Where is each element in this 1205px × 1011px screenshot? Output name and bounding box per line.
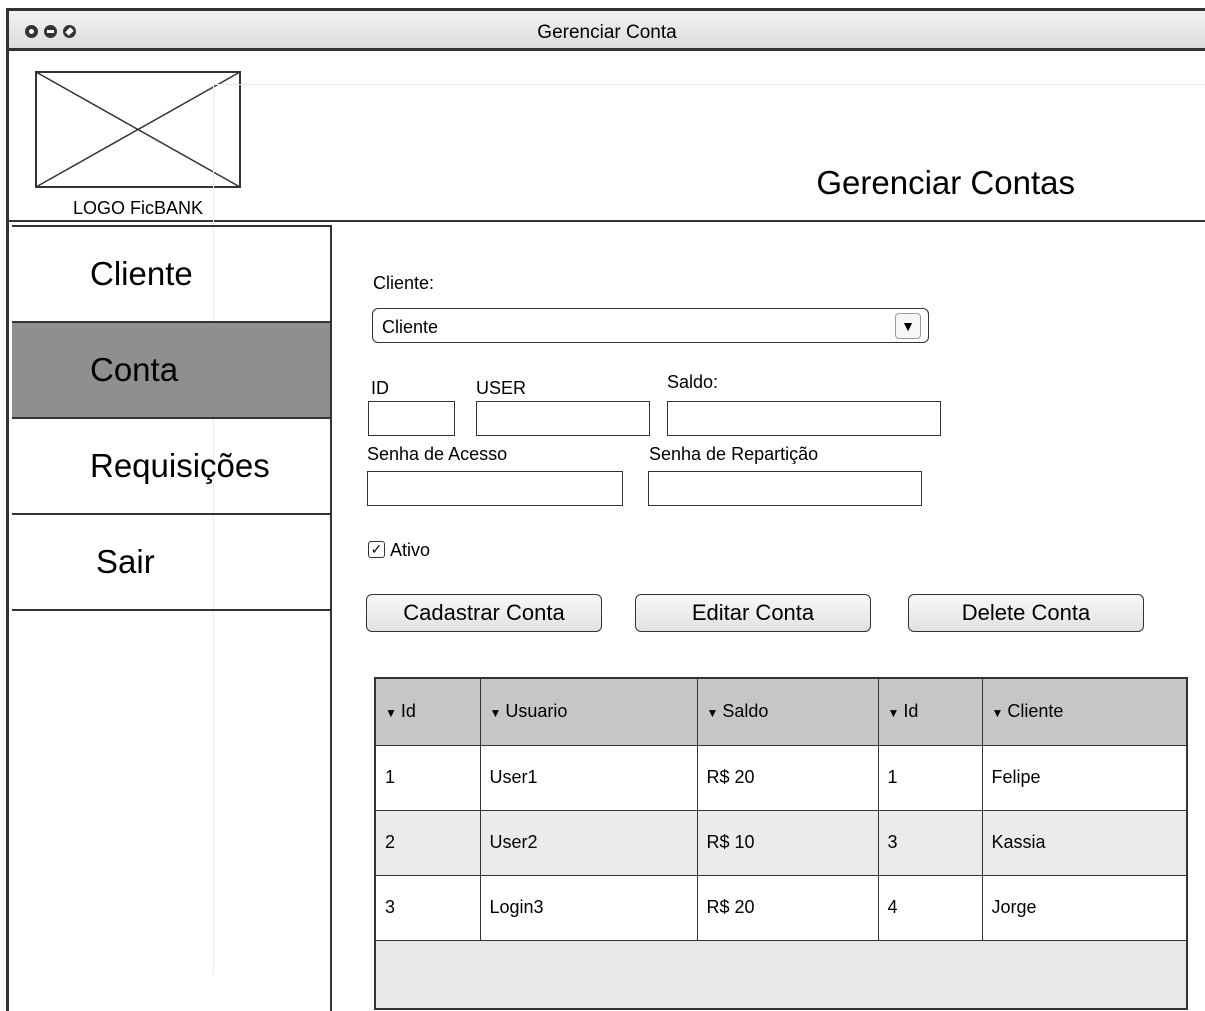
table-row[interactable]: 2 User2 R$ 10 3 Kassia [376,810,1186,876]
table-cell: 1 [878,745,983,811]
app-window: Gerenciar Conta LOGO FicBANK Gerenciar C… [6,8,1205,1011]
table-row[interactable]: 1 User1 R$ 20 1 Felipe [376,745,1186,811]
saldo-field[interactable] [667,401,941,436]
column-header-usuario[interactable]: ▼ Usuario [480,679,698,746]
logo-placeholder-icon [35,71,241,188]
table-cell: Jorge [982,875,1186,941]
sort-down-icon: ▼ [706,706,719,721]
column-header-cliente-id[interactable]: ▼ Id [878,679,983,746]
sidebar-item-cliente[interactable]: Cliente [12,227,330,323]
table-cell: User1 [480,745,698,811]
table-cell: R$ 20 [697,875,879,941]
sidebar-item-sair[interactable]: Sair [12,515,330,611]
table-cell: 3 [878,810,983,876]
table-cell: Kassia [982,810,1186,876]
sidebar-nav: Cliente Conta Requisições Sair [12,225,332,1011]
sort-down-icon: ▼ [489,706,502,721]
cliente-select-value: Cliente [382,317,439,337]
sort-down-icon: ▼ [887,706,900,721]
table-cell: 1 [376,745,481,811]
table-cell: 3 [376,875,481,941]
sidebar-item-requisicoes[interactable]: Requisições [12,419,330,515]
delete-conta-button[interactable]: Delete Conta [908,594,1144,632]
table-cell: R$ 20 [697,745,879,811]
senha-acesso-label: Senha de Acesso [367,444,508,464]
table-header-row: ▼ Id ▼ Usuario ▼ Saldo ▼ Id ▼ Cliente [376,679,1186,746]
table-cell: Login3 [480,875,698,941]
divider [213,84,1205,85]
page-title: Gerenciar Contas [816,164,1075,201]
column-header-cliente[interactable]: ▼ Cliente [982,679,1186,746]
sidebar-item-label: Conta [90,351,179,388]
saldo-label: Saldo: [667,372,719,392]
contas-table: ▼ Id ▼ Usuario ▼ Saldo ▼ Id ▼ Cliente 1 User1… [374,677,1188,1010]
sidebar-item-label: Sair [96,543,155,580]
ativo-checkbox[interactable]: ✓ [368,541,385,558]
table-row[interactable]: 3 Login3 R$ 20 4 Jorge [376,875,1186,941]
senha-reparticao-label: Senha de Repartição [649,444,819,464]
sidebar-item-label: Cliente [90,255,193,292]
user-label: USER [476,378,527,398]
column-header-id[interactable]: ▼ Id [376,679,481,746]
column-header-saldo[interactable]: ▼ Saldo [697,679,879,746]
ativo-label: Ativo [390,540,431,560]
sidebar-item-conta[interactable]: Conta [12,323,330,419]
table-cell: Felipe [982,745,1186,811]
table-cell: R$ 10 [697,810,879,876]
senha-acesso-field[interactable] [367,471,623,506]
window-title: Gerenciar Conta [537,22,677,43]
table-cell: 2 [376,810,481,876]
sort-down-icon: ▼ [991,706,1004,721]
user-field[interactable] [476,401,650,436]
senha-reparticao-field[interactable] [648,471,922,506]
page-header: LOGO FicBANK Gerenciar Contas [9,54,1205,222]
chevron-down-icon[interactable]: ▼ [895,313,921,339]
title-bar: Gerenciar Conta [9,11,1205,51]
editar-conta-button[interactable]: Editar Conta [635,594,871,632]
sort-down-icon: ▼ [385,706,397,721]
id-label: ID [371,378,389,398]
sidebar-item-label: Requisições [90,447,270,484]
cliente-select[interactable]: Cliente ▼ [372,308,929,343]
cadastrar-conta-button[interactable]: Cadastrar Conta [366,594,602,632]
table-cell: 4 [878,875,983,941]
logo-label: LOGO FicBANK [72,198,204,218]
id-field[interactable] [368,401,455,436]
cliente-label: Cliente: [373,273,435,293]
table-cell: User2 [480,810,698,876]
